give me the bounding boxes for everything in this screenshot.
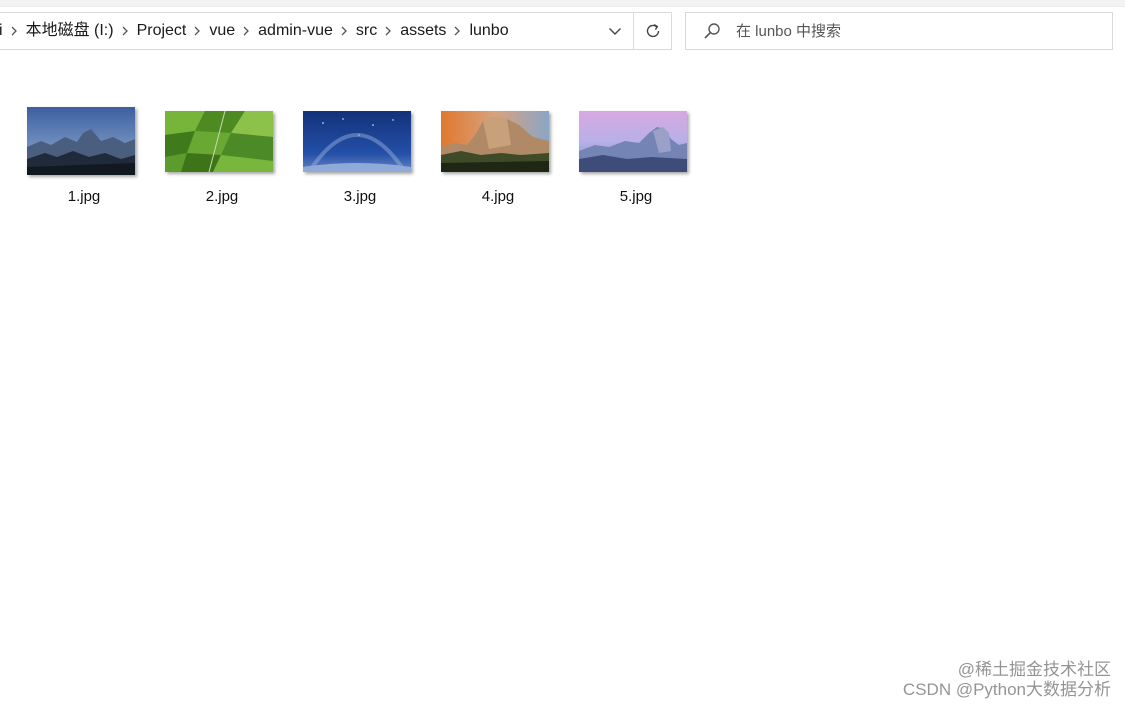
image-thumbnail-icon xyxy=(303,110,411,172)
search-input[interactable] xyxy=(736,22,1096,40)
address-history-dropdown[interactable] xyxy=(597,13,633,49)
window-top-edge xyxy=(0,0,1125,7)
image-thumbnail-icon xyxy=(27,107,135,175)
chevron-right-icon[interactable] xyxy=(120,13,130,49)
breadcrumb-item-lunbo[interactable]: lunbo xyxy=(462,13,514,49)
breadcrumb: i 本地磁盘 (I:) Project vue admin-vue src as… xyxy=(0,13,515,49)
chevron-right-icon[interactable] xyxy=(452,13,462,49)
file-item[interactable]: 5.jpg xyxy=(572,100,710,220)
file-thumbnail[interactable] xyxy=(303,100,411,182)
file-thumbnail[interactable] xyxy=(165,100,273,182)
file-name[interactable]: 3.jpg xyxy=(296,188,424,205)
breadcrumb-item-drive[interactable]: 本地磁盘 (I:) xyxy=(19,13,120,49)
breadcrumb-item-assets[interactable]: assets xyxy=(393,13,452,49)
file-item[interactable]: 3.jpg xyxy=(296,100,434,220)
watermark-line-csdn: CSDN @Python大数据分析 xyxy=(902,680,1111,699)
chevron-down-icon xyxy=(609,28,621,35)
file-thumbnail[interactable] xyxy=(27,100,135,182)
search-icon xyxy=(700,19,724,43)
breadcrumb-item-parent[interactable]: i xyxy=(0,13,9,49)
chevron-right-icon[interactable] xyxy=(241,13,251,49)
file-list: 1.jpg 2.jpg 3.jpg 4.jpg 5.jpg xyxy=(20,100,710,220)
breadcrumb-item-vue[interactable]: vue xyxy=(202,13,241,49)
search-box[interactable] xyxy=(685,12,1113,50)
watermark: @稀土掘金技术社区 CSDN @Python大数据分析 xyxy=(903,660,1111,700)
image-thumbnail-icon xyxy=(441,110,549,172)
image-thumbnail-icon xyxy=(579,110,687,172)
breadcrumb-item-project[interactable]: Project xyxy=(130,13,193,49)
file-item[interactable]: 2.jpg xyxy=(158,100,296,220)
refresh-icon xyxy=(646,24,660,38)
file-thumbnail[interactable] xyxy=(579,100,687,182)
chevron-right-icon[interactable] xyxy=(9,13,19,49)
file-name[interactable]: 1.jpg xyxy=(20,188,148,205)
refresh-button[interactable] xyxy=(633,13,672,49)
file-name[interactable]: 5.jpg xyxy=(572,188,700,205)
chevron-right-icon[interactable] xyxy=(383,13,393,49)
breadcrumb-item-admin-vue[interactable]: admin-vue xyxy=(251,13,339,49)
file-item[interactable]: 4.jpg xyxy=(434,100,572,220)
chevron-right-icon[interactable] xyxy=(192,13,202,49)
file-item[interactable]: 1.jpg xyxy=(20,100,158,220)
file-name[interactable]: 2.jpg xyxy=(158,188,286,205)
file-name[interactable]: 4.jpg xyxy=(434,188,562,205)
chevron-right-icon[interactable] xyxy=(339,13,349,49)
breadcrumb-item-src[interactable]: src xyxy=(349,13,383,49)
address-bar[interactable]: i 本地磁盘 (I:) Project vue admin-vue src as… xyxy=(0,12,672,50)
image-thumbnail-icon xyxy=(165,110,273,172)
file-thumbnail[interactable] xyxy=(441,100,549,182)
watermark-line-juejin: @稀土掘金技术社区 xyxy=(957,660,1111,679)
